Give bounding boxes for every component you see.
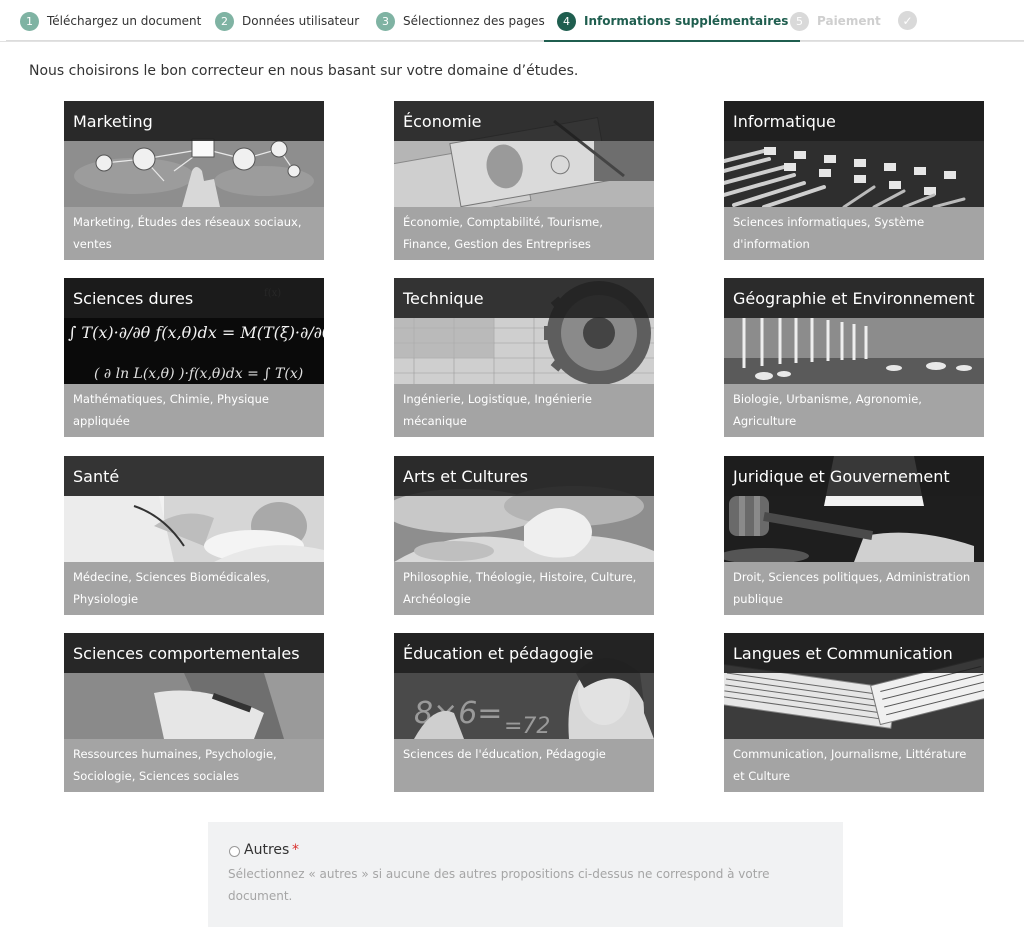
step-label: Téléchargez un document bbox=[47, 14, 202, 28]
step-label: Informations supplémentaires bbox=[584, 14, 789, 28]
card-description: Marketing, Études des réseaux sociaux, v… bbox=[73, 215, 302, 251]
card-title: Géographie et Environnement bbox=[733, 289, 975, 308]
step-user-data[interactable]: 2 Données utilisateur bbox=[215, 0, 359, 42]
others-label[interactable]: Autres bbox=[244, 842, 289, 858]
card-title: Santé bbox=[73, 467, 120, 486]
field-card-geographie[interactable]: Géographie et Environnement Biologie, Ur… bbox=[724, 278, 984, 437]
card-title: Juridique et Gouvernement bbox=[733, 467, 950, 486]
step-additional-info[interactable]: 4 Informations supplémentaires bbox=[544, 0, 801, 42]
card-title: Éducation et pédagogie bbox=[403, 644, 594, 663]
card-description: Droit, Sciences politiques, Administrati… bbox=[733, 570, 971, 606]
card-description: Économie, Comptabilité, Tourisme, Financ… bbox=[403, 215, 603, 251]
card-title: Arts et Cultures bbox=[403, 467, 528, 486]
card-title: Langues et Communication bbox=[733, 644, 953, 663]
field-card-education[interactable]: 8×6= =72 Éducation et pédagogie Sciences… bbox=[394, 633, 654, 792]
card-description: Sciences informatiques, Système d'inform… bbox=[733, 215, 925, 251]
required-mark: * bbox=[292, 842, 299, 858]
card-description: Médecine, Sciences Biomédicales, Physiol… bbox=[73, 570, 270, 606]
field-card-sciences-comportementales[interactable]: Sciences comportementales Ressources hum… bbox=[64, 633, 324, 792]
check-icon: ✓ bbox=[898, 11, 917, 30]
card-title: Technique bbox=[403, 289, 484, 308]
field-card-sciences-dures[interactable]: ∫ T(x)·∂/∂θ f(x,θ)dx = M(T(ξ)·∂/∂θ ln L)… bbox=[64, 278, 324, 437]
step-label: Données utilisateur bbox=[242, 14, 360, 28]
card-description: Sciences de l'éducation, Pédagogie bbox=[403, 747, 606, 761]
field-card-sante[interactable]: Santé Médecine, Sciences Biomédicales, P… bbox=[64, 456, 324, 615]
others-option-box: Autres * Sélectionnez « autres » si aucu… bbox=[208, 822, 843, 927]
card-title: Sciences comportementales bbox=[73, 644, 300, 663]
card-title: Marketing bbox=[73, 112, 153, 131]
svg-text:∫ T(x)·∂/∂θ f(x,θ)dx = M(T(ξ)·: ∫ T(x)·∂/∂θ f(x,θ)dx = M(T(ξ)·∂/∂θ ln L) bbox=[68, 323, 324, 342]
step-label: Paiement bbox=[817, 14, 881, 28]
card-title: Sciences dures bbox=[73, 289, 194, 308]
step-label: Sélectionnez des pages bbox=[403, 14, 545, 28]
step-upload[interactable]: 1 Téléchargez un document bbox=[20, 0, 201, 42]
step-number: 3 bbox=[376, 11, 395, 31]
card-title: Informatique bbox=[733, 112, 836, 131]
svg-text:=72: =72 bbox=[504, 714, 550, 739]
card-description: Biologie, Urbanisme, Agronomie, Agricult… bbox=[733, 392, 922, 428]
others-help-text: Sélectionnez « autres » si aucune des au… bbox=[228, 867, 770, 903]
card-description: Philosophie, Théologie, Histoire, Cultur… bbox=[403, 570, 637, 606]
step-payment: 5 Paiement bbox=[790, 0, 881, 42]
active-step-underline bbox=[544, 40, 801, 42]
step-number: 1 bbox=[20, 11, 39, 31]
field-card-marketing[interactable]: Marketing Marketing, Études des réseaux … bbox=[64, 101, 324, 260]
svg-text:( ∂ ln L(x,θ) )·f(x,θ)dx = ∫ T: ( ∂ ln L(x,θ) )·f(x,θ)dx = ∫ T(x) bbox=[94, 366, 303, 382]
field-card-informatique[interactable]: Informatique Sciences informatiques, Sys… bbox=[724, 101, 984, 260]
field-card-arts-cultures[interactable]: Arts et Cultures Philosophie, Théologie,… bbox=[394, 456, 654, 615]
card-description: Ressources humaines, Psychologie, Sociol… bbox=[73, 747, 277, 783]
step-number: 4 bbox=[557, 11, 576, 31]
progress-steps: 1 Téléchargez un document 2 Données util… bbox=[0, 0, 1024, 42]
step-number: 5 bbox=[790, 11, 809, 31]
field-card-juridique[interactable]: Juridique et Gouvernement Droit, Science… bbox=[724, 456, 984, 615]
card-description: Communication, Journalisme, Littérature … bbox=[733, 747, 967, 783]
card-title: Économie bbox=[403, 112, 482, 131]
card-description: Ingénierie, Logistique, Ingénierie mécan… bbox=[403, 392, 592, 428]
field-card-economie[interactable]: Économie Économie, Comptabilité, Tourism… bbox=[394, 101, 654, 260]
field-card-technique[interactable]: Technique Ingénierie, Logistique, Ingéni… bbox=[394, 278, 654, 437]
others-radio[interactable] bbox=[229, 846, 240, 857]
field-card-langues[interactable]: Langues et Communication Communication, … bbox=[724, 633, 984, 792]
step-select-pages[interactable]: 3 Sélectionnez des pages bbox=[376, 0, 545, 42]
card-description: Mathématiques, Chimie, Physique appliqué… bbox=[73, 392, 269, 428]
step-number: 2 bbox=[215, 11, 234, 31]
intro-text: Nous choisirons le bon correcteur en nou… bbox=[29, 63, 579, 79]
